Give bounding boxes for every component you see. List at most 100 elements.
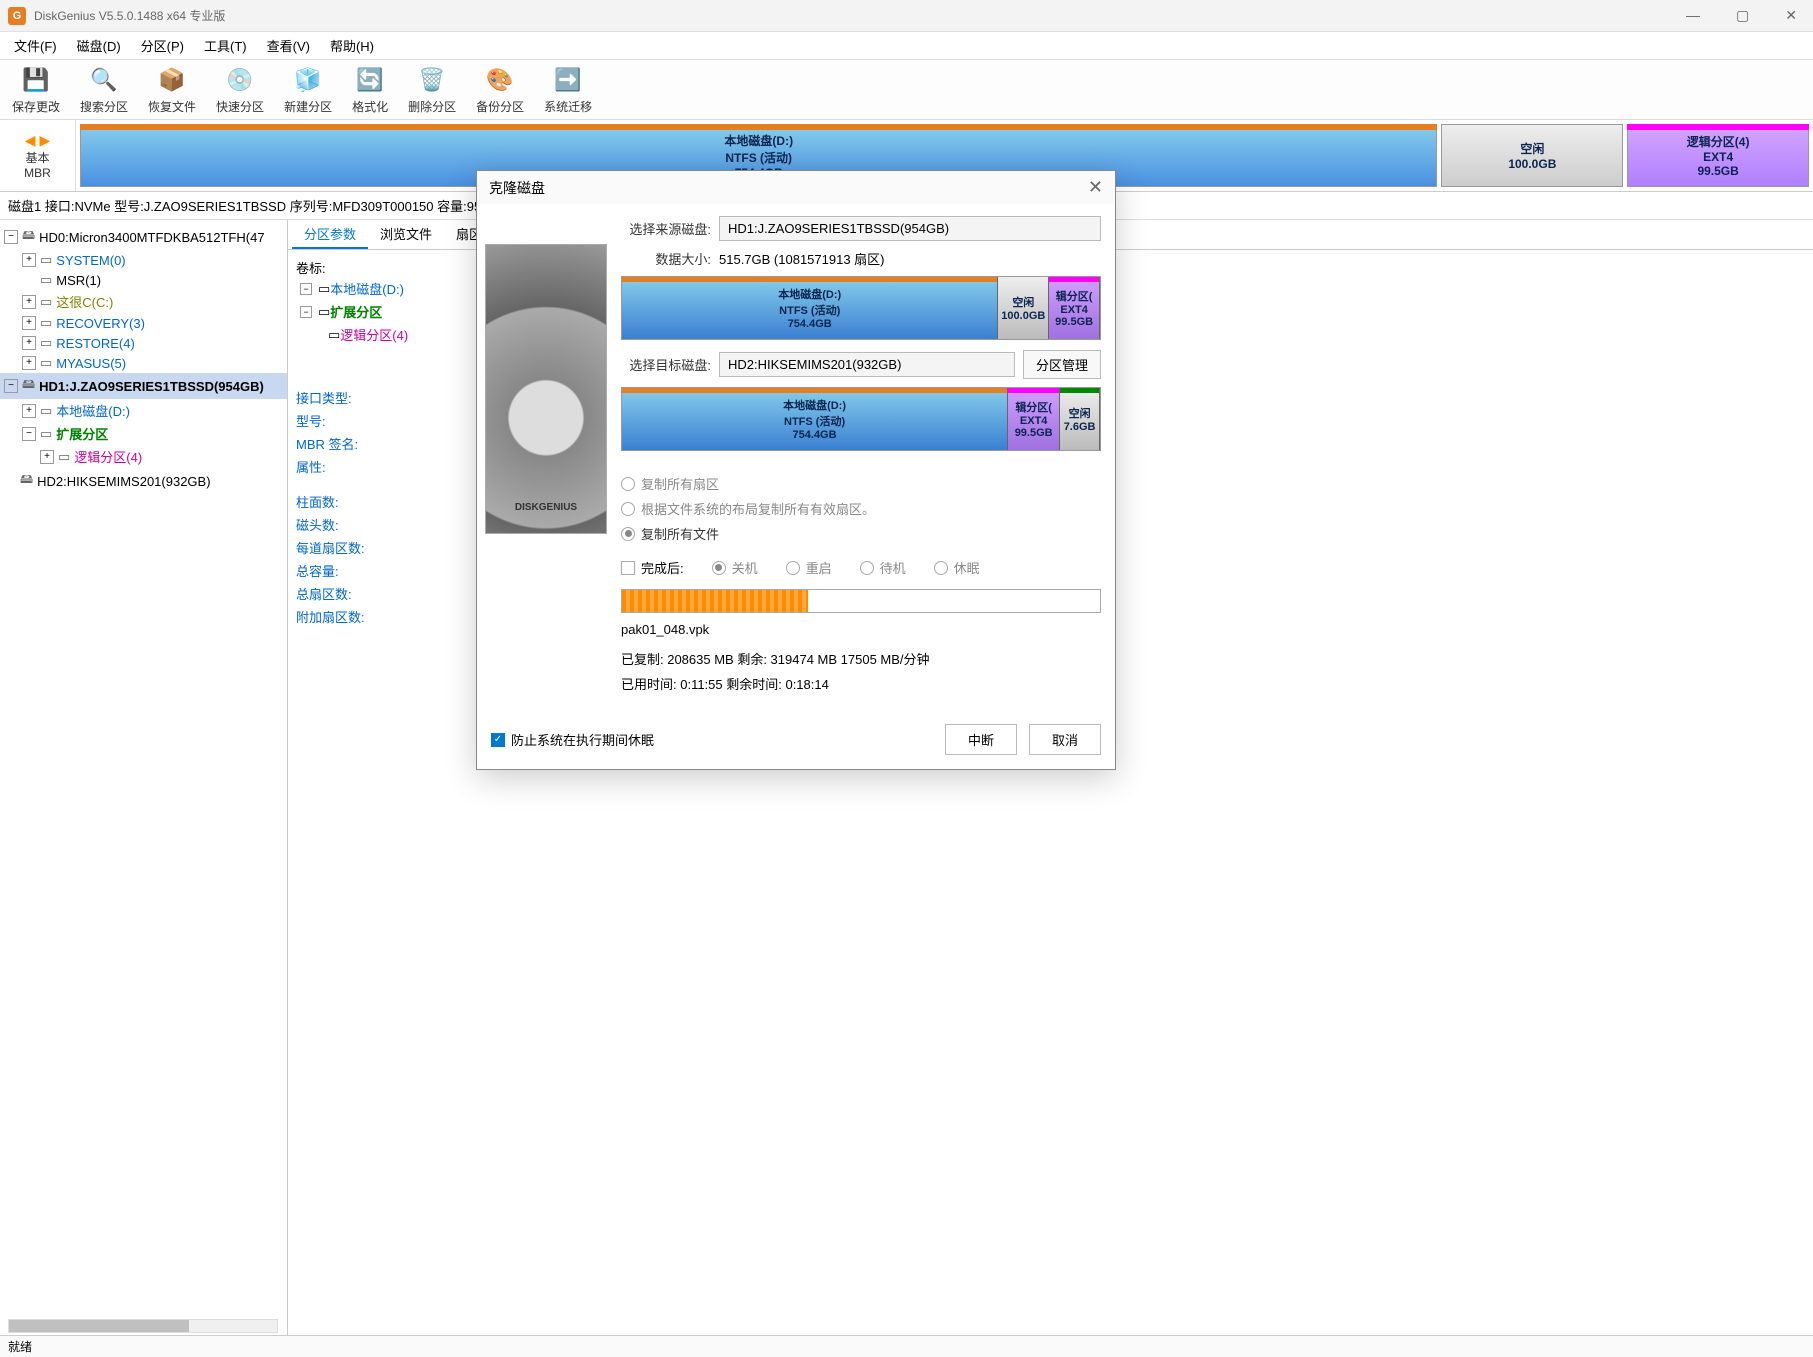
menu-disk[interactable]: 磁盘(D) xyxy=(67,32,131,59)
data-size-value: 515.7GB (1081571913 扇区) xyxy=(719,249,1101,268)
partition-icon: ▭ xyxy=(328,327,340,343)
menu-view[interactable]: 查看(V) xyxy=(257,32,320,59)
format-button[interactable]: 🔄格式化 xyxy=(348,62,392,117)
maximize-button[interactable]: ▢ xyxy=(1728,7,1757,24)
opt-hibernate[interactable]: 休眠 xyxy=(934,555,980,580)
opt-restart[interactable]: 重启 xyxy=(786,555,832,580)
menubar: 文件(F) 磁盘(D) 分区(P) 工具(T) 查看(V) 帮助(H) xyxy=(0,32,1813,60)
expand-icon[interactable]: + xyxy=(22,404,36,418)
source-disk-field[interactable]: HD1:J.ZAO9SERIES1TBSSD(954GB) xyxy=(719,216,1101,241)
quick-partition-button[interactable]: 💿快速分区 xyxy=(212,62,268,117)
tab-partition-params[interactable]: 分区参数 xyxy=(292,220,368,249)
new-partition-button[interactable]: 🧊新建分区 xyxy=(280,62,336,117)
collapse-icon[interactable]: − xyxy=(4,230,18,244)
collapse-icon[interactable]: − xyxy=(4,379,18,393)
close-button[interactable]: ✕ xyxy=(1777,7,1805,24)
partition-icon: ▭ xyxy=(40,252,52,268)
data-size-label: 数据大小: xyxy=(621,249,711,268)
after-complete-check[interactable]: 完成后: xyxy=(621,554,684,581)
tree-myasus[interactable]: +▭MYASUS(5) xyxy=(0,353,287,373)
radio-icon xyxy=(934,561,948,575)
tab-browse-files[interactable]: 浏览文件 xyxy=(368,220,444,249)
collapse-icon[interactable]: − xyxy=(300,306,312,318)
tree-local-d[interactable]: +▭本地磁盘(D:) xyxy=(0,399,287,422)
tree-recovery[interactable]: +▭RECOVERY(3) xyxy=(0,313,287,333)
hdd-icon: 🖴 xyxy=(22,226,35,248)
partition-free[interactable]: 空闲 100.0GB xyxy=(1441,124,1623,187)
partition-icon: ▭ xyxy=(40,355,52,371)
partition-icon: ▭ xyxy=(40,315,52,331)
nav-arrows[interactable]: ◀ ▶ xyxy=(25,132,50,149)
expand-icon[interactable]: + xyxy=(22,316,36,330)
recover-files-button[interactable]: 📦恢复文件 xyxy=(144,62,200,117)
dialog-close-button[interactable]: ✕ xyxy=(1088,177,1103,198)
menu-file[interactable]: 文件(F) xyxy=(4,32,67,59)
menu-help[interactable]: 帮助(H) xyxy=(320,32,384,59)
tree-restore[interactable]: +▭RESTORE(4) xyxy=(0,333,287,353)
system-migrate-button[interactable]: ➡️系统迁移 xyxy=(540,62,596,117)
collapse-icon[interactable]: − xyxy=(22,427,36,441)
hdd-icon: 🖴 xyxy=(20,470,33,492)
progress-stats: 已复制: 208635 MB 剩余: 319474 MB 17505 MB/分钟 xyxy=(621,646,1101,671)
radio-copy-fs-layout[interactable]: 根据文件系统的布局复制所有有效扇区。 xyxy=(621,496,1101,521)
expand-icon[interactable]: + xyxy=(40,450,54,464)
partition-manage-button[interactable]: 分区管理 xyxy=(1023,350,1101,379)
collapse-icon[interactable]: − xyxy=(300,283,312,295)
dialog-titlebar: 克隆磁盘 ✕ xyxy=(477,171,1115,204)
save-button[interactable]: 💾保存更改 xyxy=(8,62,64,117)
cancel-button[interactable]: 取消 xyxy=(1029,724,1101,755)
progress-fill xyxy=(622,590,808,612)
expand-icon[interactable]: + xyxy=(22,295,36,309)
src-part-free[interactable]: 空闲 100.0GB xyxy=(998,277,1049,339)
window-controls: — ▢ ✕ xyxy=(1678,7,1805,24)
tree-logic-4[interactable]: +▭逻辑分区(4) xyxy=(0,445,287,468)
tree-horizontal-scrollbar[interactable] xyxy=(8,1319,278,1333)
tree-system[interactable]: +▭SYSTEM(0) xyxy=(0,250,287,270)
radio-copy-all-sectors[interactable]: 复制所有扇区 xyxy=(621,471,1101,496)
dst-part-free[interactable]: 空闲 7.6GB xyxy=(1060,388,1100,450)
partition-icon: ▭ xyxy=(40,272,52,288)
target-disk-field[interactable]: HD2:HIKSEMIMS201(932GB) xyxy=(719,352,1015,377)
scrollbar-thumb[interactable] xyxy=(9,1320,189,1332)
prevent-sleep-check[interactable]: ✓防止系统在执行期间休眠 xyxy=(491,726,654,753)
tree-hd0[interactable]: −🖴HD0:Micron3400MTFDKBA512TFH(47 xyxy=(0,224,287,250)
radio-icon xyxy=(786,561,800,575)
menu-partition[interactable]: 分区(P) xyxy=(131,32,194,59)
opt-standby[interactable]: 待机 xyxy=(860,555,906,580)
src-part-d[interactable]: 本地磁盘(D:) NTFS (活动) 754.4GB xyxy=(622,277,998,339)
src-part-ext4[interactable]: 辑分区( EXT4 99.5GB xyxy=(1049,277,1100,339)
migrate-icon: ➡️ xyxy=(552,64,584,96)
search-partition-button[interactable]: 🔍搜索分区 xyxy=(76,62,132,117)
delete-partition-button[interactable]: 🗑️删除分区 xyxy=(404,62,460,117)
radio-icon xyxy=(860,561,874,575)
stop-button[interactable]: 中断 xyxy=(945,724,1017,755)
checkbox-icon xyxy=(621,561,635,575)
tree-ext-part[interactable]: −▭扩展分区 xyxy=(0,422,287,445)
minimize-button[interactable]: — xyxy=(1678,7,1708,24)
disk-tree: −🖴HD0:Micron3400MTFDKBA512TFH(47 +▭SYSTE… xyxy=(0,220,288,1337)
partition-icon: ▭ xyxy=(40,403,52,419)
dst-part-ext4[interactable]: 辑分区( EXT4 99.5GB xyxy=(1008,388,1060,450)
tree-hd2[interactable]: 🖴HD2:HIKSEMIMS201(932GB) xyxy=(0,468,287,494)
expand-icon[interactable]: + xyxy=(22,253,36,267)
tree-hd1[interactable]: −🖴HD1:J.ZAO9SERIES1TBSSD(954GB) xyxy=(0,373,287,399)
tree-msr[interactable]: ▭MSR(1) xyxy=(0,270,287,290)
partition-logical-4[interactable]: 逻辑分区(4) EXT4 99.5GB xyxy=(1627,124,1809,187)
trash-icon: 🗑️ xyxy=(416,64,448,96)
backup-partition-button[interactable]: 🎨备份分区 xyxy=(472,62,528,117)
cube-icon: 🧊 xyxy=(292,64,324,96)
tree-c[interactable]: +▭这很C(C:) xyxy=(0,290,287,313)
expand-icon[interactable]: + xyxy=(22,336,36,350)
dst-part-d[interactable]: 本地磁盘(D:) NTFS (活动) 754.4GB xyxy=(622,388,1008,450)
menu-tools[interactable]: 工具(T) xyxy=(194,32,257,59)
partition-icon: ▭ xyxy=(318,281,330,297)
expand-icon[interactable]: + xyxy=(22,356,36,370)
radio-copy-all-files[interactable]: 复制所有文件 xyxy=(621,521,1101,546)
partition-table-basic: 基本 xyxy=(25,149,49,166)
statusbar: 就绪 xyxy=(0,1335,1813,1357)
checkbox-icon: ✓ xyxy=(491,733,505,747)
dialog-body: DISKGENIUS 选择来源磁盘: HD1:J.ZAO9SERIES1TBSS… xyxy=(477,204,1115,710)
opt-shutdown[interactable]: 关机 xyxy=(712,555,758,580)
hdd-icon: 🖴 xyxy=(22,375,35,397)
disk-map-nav: ◀ ▶ 基本 MBR xyxy=(0,120,76,191)
